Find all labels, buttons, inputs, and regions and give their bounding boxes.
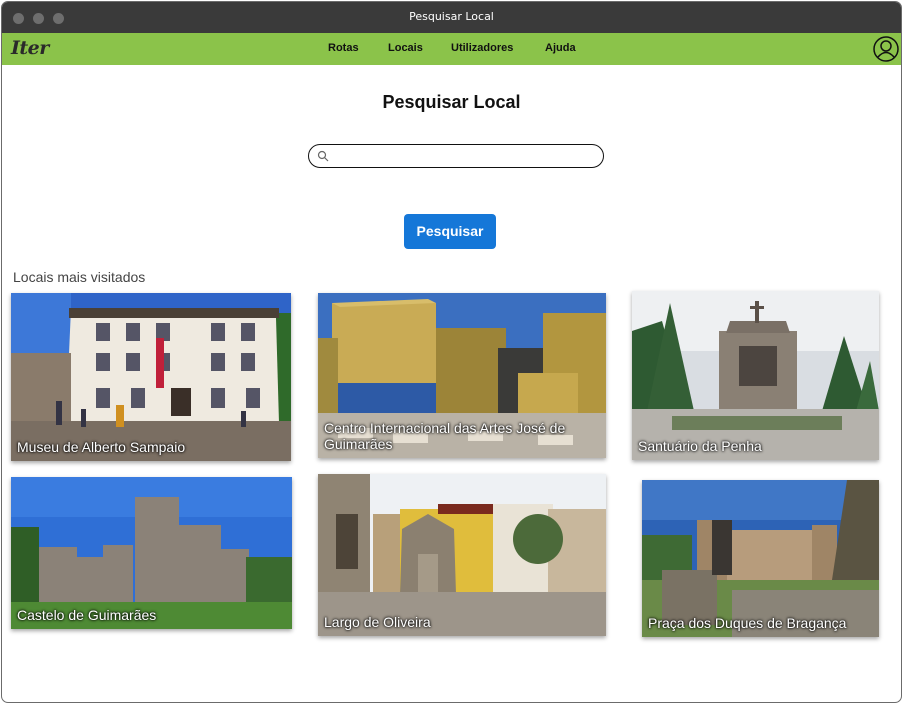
nav-item-utilizadores[interactable]: Utilizadores — [451, 42, 513, 54]
section-title: Locais mais visitados — [13, 269, 146, 285]
nav-item-ajuda[interactable]: Ajuda — [545, 42, 576, 54]
place-card-largo-oliveira[interactable]: Largo de Oliveira — [318, 474, 606, 636]
place-photo — [11, 293, 291, 461]
place-card-label: Praça dos Duques de Bragança — [648, 615, 847, 631]
place-card-label: Castelo de Guimarães — [17, 607, 157, 623]
nav-item-rotas[interactable]: Rotas — [328, 42, 359, 54]
navbar: Iter Rotas Locais Utilizadores Ajuda — [2, 33, 901, 65]
place-card-label: Museu de Alberto Sampaio — [17, 439, 186, 455]
search-icon — [317, 150, 329, 162]
place-card-praca-duques-braganca[interactable]: Praça dos Duques de Bragança — [642, 480, 879, 637]
place-card-museu-alberto-sampaio[interactable]: Museu de Alberto Sampaio — [11, 293, 291, 461]
title-bar: Pesquisar Local — [2, 2, 901, 34]
window-title: Pesquisar Local — [409, 10, 494, 23]
search-box[interactable] — [308, 144, 604, 168]
nav-item-locais[interactable]: Locais — [388, 42, 423, 54]
page-title: Pesquisar Local — [382, 92, 521, 112]
user-profile-icon[interactable] — [873, 36, 899, 62]
search-button[interactable]: Pesquisar — [404, 214, 496, 249]
place-photo — [632, 291, 879, 460]
place-card-label: Largo de Oliveira — [324, 614, 431, 630]
place-card-centro-artes[interactable]: Centro Internacional das Artes José de G… — [318, 293, 606, 458]
place-card-label: Santuário da Penha — [638, 438, 762, 454]
place-card-castelo-guimaraes[interactable]: Castelo de Guimarães — [11, 477, 292, 629]
place-card-santuario-penha[interactable]: Santuário da Penha — [632, 291, 879, 460]
place-photo — [642, 480, 879, 637]
app-logo[interactable]: Iter — [11, 37, 49, 59]
place-photo — [318, 474, 606, 636]
search-input[interactable] — [335, 147, 599, 167]
place-card-label: Centro Internacional das Artes José de G… — [324, 420, 566, 452]
app-window: Pesquisar Local Iter Rotas Locais Utiliz… — [1, 1, 902, 703]
